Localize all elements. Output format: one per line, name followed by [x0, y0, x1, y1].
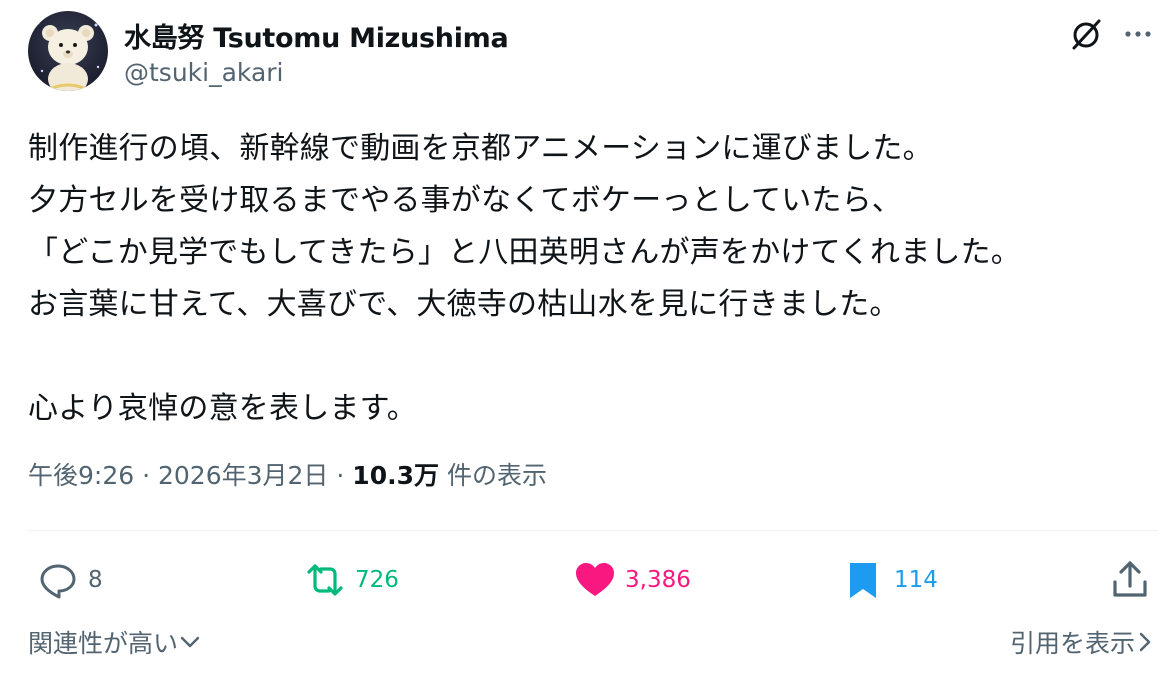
post-line: 夕方セルを受け取るまでやる事がなくてボケーっとしていたら、 [28, 183, 902, 218]
display-name[interactable]: 水島努 Tsutomu Mizushima [124, 16, 509, 55]
chevron-right-icon [1139, 632, 1151, 652]
retweet-button[interactable]: 726 [303, 558, 399, 602]
post-time[interactable]: 午後9:26 [28, 461, 134, 490]
share-button[interactable] [1108, 558, 1152, 602]
like-count: 3,386 [625, 567, 691, 593]
grok-icon [1072, 19, 1101, 50]
post-date[interactable]: 2026年3月2日 [158, 461, 328, 490]
bookmark-count: 114 [894, 567, 938, 593]
meta-separator: · [336, 461, 345, 490]
meta-separator: · [142, 461, 151, 490]
chevron-down-icon [180, 636, 200, 648]
user-handle[interactable]: @tsuki_akari [124, 58, 284, 87]
more-button[interactable] [1118, 14, 1158, 54]
post-line-blank [28, 331, 1158, 383]
post-text: 制作進行の頃、新幹線で動画を京都アニメーションに運びました。 夕方セルを受け取る… [28, 123, 1158, 435]
retweet-count: 726 [355, 567, 399, 593]
bookmark-icon [850, 563, 876, 598]
sort-label: 関連性が高い [28, 629, 179, 658]
reply-icon [40, 564, 76, 599]
views-label: 件の表示 [446, 461, 547, 490]
views-count: 10.3万 [352, 461, 439, 490]
reply-button[interactable]: 8 [36, 558, 103, 602]
grok-button[interactable] [1066, 14, 1106, 54]
like-button[interactable]: 3,386 [573, 558, 691, 602]
post-line: 制作進行の頃、新幹線で動画を京都アニメーションに運びました。 [28, 131, 933, 166]
divider [28, 530, 1158, 531]
sort-dropdown[interactable]: 関連性が高い [28, 624, 202, 660]
bookmark-button[interactable]: 114 [842, 558, 938, 602]
view-quotes-link[interactable]: 引用を表示 [1010, 624, 1155, 660]
post-line: 「どこか見学でもしてきたら」と八田英明さんが声をかけてくれました。 [28, 235, 1021, 270]
avatar[interactable] [28, 11, 108, 91]
more-icon [1125, 31, 1151, 37]
share-icon [1113, 561, 1147, 597]
heart-icon [576, 563, 614, 596]
post-line: お言葉に甘えて、大喜びで、大徳寺の枯山水を見に行きました。 [28, 287, 900, 322]
retweet-icon [307, 564, 343, 596]
bear-plush-avatar-icon [36, 21, 100, 91]
post-meta: 午後9:26 · 2026年3月2日 · 10.3万 件の表示 [28, 456, 547, 492]
post-line: 心より哀悼の意を表します。 [28, 391, 417, 426]
reply-count: 8 [88, 567, 103, 593]
quotes-label: 引用を表示 [1009, 629, 1135, 658]
